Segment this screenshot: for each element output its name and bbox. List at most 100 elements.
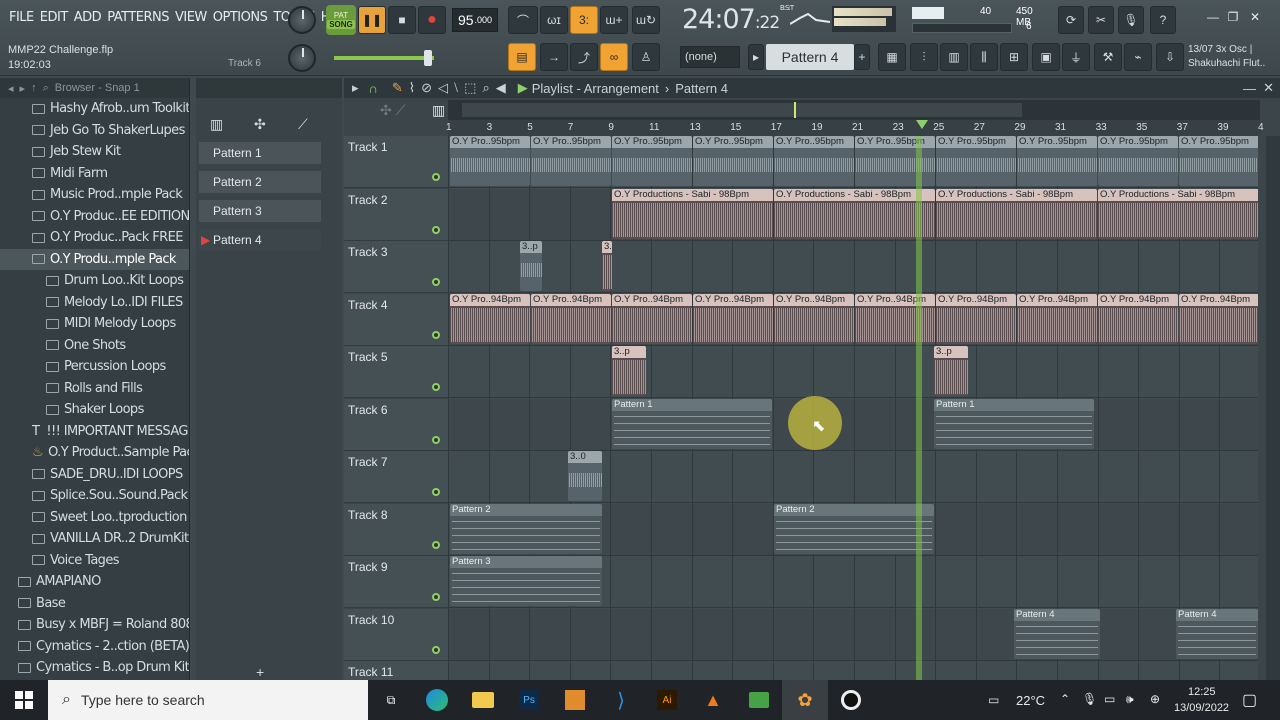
audio-clip[interactable]: O.Y Pro..95bpm: [693, 136, 773, 186]
audio-clip[interactable]: O.Y Pro..95bpm: [855, 136, 935, 186]
browser-item[interactable]: O.Y Produ..mple Pack: [0, 248, 189, 270]
magnet-snap-icon[interactable]: ∩: [369, 81, 378, 96]
vertical-scrollbar[interactable]: [1266, 136, 1280, 680]
paint-icon[interactable]: ⌇: [409, 80, 415, 96]
metronome-icon[interactable]: ⌒: [508, 6, 538, 34]
audio-clip[interactable]: O.Y Pro..94Bpm: [936, 293, 1016, 344]
track-header[interactable]: Track 1: [344, 136, 448, 188]
browser-item[interactable]: Percussion Loops: [0, 356, 189, 378]
tempo-display[interactable]: 95.000: [452, 8, 498, 32]
audio-clip[interactable]: 3..p: [612, 346, 646, 396]
audio-clip[interactable]: O.Y Pro..94Bpm: [450, 293, 530, 344]
pattern-clip[interactable]: Pattern 1: [612, 398, 772, 449]
faders-icon[interactable]: ⫼: [970, 43, 998, 71]
browser-item[interactable]: Sweet Loo..tproduction: [0, 507, 189, 529]
menu-edit[interactable]: EDIT: [37, 10, 71, 25]
battery-icon[interactable]: ▭: [1104, 692, 1115, 706]
microphone-icon[interactable]: 🎙: [1118, 6, 1144, 34]
browser-item[interactable]: Splice.Sou..Sound.Pack: [0, 485, 189, 507]
project-icon[interactable]: ▣: [1032, 43, 1060, 71]
pause-button[interactable]: ❚❚: [358, 6, 386, 34]
audio-clip[interactable]: O.Y Pro..94Bpm: [1098, 293, 1178, 344]
audio-clip[interactable]: O.Y Pro..94Bpm: [612, 293, 692, 344]
playlist-overview[interactable]: [448, 100, 1260, 120]
minimize-icon[interactable]: —: [1204, 10, 1222, 26]
track-mute-led[interactable]: [432, 540, 440, 549]
audio-clip[interactable]: O.Y Productions - Sabi - 98Bpm: [1098, 188, 1258, 239]
browser-item[interactable]: SADE_DRU..IDI LOOPS: [0, 464, 189, 486]
browser-item[interactable]: AMAPIANO: [0, 571, 189, 593]
refresh-icon[interactable]: ⟳: [1058, 6, 1084, 34]
start-button[interactable]: [0, 680, 48, 720]
browser-item[interactable]: Melody Lo..IDI FILES: [0, 292, 189, 314]
audio-clip[interactable]: 3..p: [602, 241, 612, 291]
audio-clip[interactable]: O.Y Productions - Sabi - 98Bpm: [936, 188, 1097, 239]
browser-item[interactable]: Cymatics - B..op Drum Kit: [0, 657, 189, 679]
fl-studio-icon[interactable]: ✿: [782, 680, 828, 720]
vlc-icon[interactable]: ▲: [690, 680, 736, 720]
speaker-icon[interactable]: ◀: [496, 80, 506, 96]
track-mute-led[interactable]: [432, 645, 440, 654]
close-icon[interactable]: ✕: [1246, 10, 1264, 26]
arrow-left-icon[interactable]: ◂: [8, 82, 14, 95]
waveform-icon[interactable]: ✣: [254, 116, 266, 133]
audio-clip[interactable]: O.Y Pro..95bpm: [612, 136, 692, 186]
play-icon[interactable]: ▸: [352, 80, 359, 96]
link-icon[interactable]: ∞: [600, 43, 628, 71]
piano-icon[interactable]: ▥: [432, 102, 445, 119]
arrow-right-icon[interactable]: ▸: [20, 82, 26, 95]
pattern-clip[interactable]: Pattern 1: [934, 398, 1094, 449]
pencil-icon[interactable]: ✎: [392, 80, 403, 96]
channel-rack-icon[interactable]: ▦: [878, 43, 906, 71]
volume-icon[interactable]: 🕪: [1126, 692, 1134, 707]
picker-pattern-1[interactable]: Pattern 1: [199, 142, 321, 164]
menu-add[interactable]: ADD: [71, 10, 104, 25]
cut-icon[interactable]: ✂: [1088, 6, 1114, 34]
audio-clip[interactable]: O.Y Pro..95bpm: [774, 136, 854, 186]
track-mute-led[interactable]: [432, 488, 440, 496]
track-header[interactable]: Track 9: [344, 556, 448, 608]
edge-icon[interactable]: [414, 680, 460, 720]
weather-temp[interactable]: 22°C: [1016, 693, 1045, 708]
wait-input-icon[interactable]: ωɪ: [540, 6, 568, 34]
track-header[interactable]: Track 6: [344, 398, 448, 451]
browser-icon[interactable]: ⊞: [1000, 43, 1028, 71]
audio-clip[interactable]: 3..p: [934, 346, 968, 396]
audio-clip[interactable]: O.Y Pro..94Bpm: [774, 293, 854, 344]
green-app-icon[interactable]: [736, 680, 782, 720]
snap-curve-icon[interactable]: ⤴: [570, 43, 598, 71]
audio-clip[interactable]: 3..p: [520, 241, 542, 291]
picker-pattern-3[interactable]: Pattern 3: [199, 200, 321, 222]
microphone-icon[interactable]: 🎙: [1082, 692, 1097, 706]
menu-options[interactable]: OPTIONS: [210, 10, 271, 25]
audio-clip[interactable]: O.Y Pro..95bpm: [531, 136, 611, 186]
minimize-icon[interactable]: —: [1243, 81, 1256, 96]
track-mute-led[interactable]: [432, 278, 440, 286]
plugin-icon[interactable]: ⏚: [1062, 43, 1090, 71]
track-mute-led[interactable]: [432, 330, 440, 339]
song-mode-toggle[interactable]: PAT SONG: [326, 5, 356, 35]
pattern-clip[interactable]: Pattern 2: [774, 503, 934, 554]
audio-clip[interactable]: O.Y Pro..94Bpm: [1017, 293, 1097, 344]
track-header[interactable]: Track 4: [344, 293, 448, 346]
audio-clip[interactable]: O.Y Productions - Sabi - 98Bpm: [774, 188, 935, 239]
stamp-icon[interactable]: ♙: [632, 43, 660, 71]
channel-selector[interactable]: (none): [680, 46, 740, 68]
audio-clip[interactable]: O.Y Pro..95bpm: [1179, 136, 1258, 186]
loop-record-icon[interactable]: ɯ↻: [632, 6, 660, 34]
browser-item[interactable]: Base: [0, 593, 189, 615]
pattern-clip[interactable]: Pattern 4: [1176, 608, 1258, 659]
vscode-icon[interactable]: ⟩: [598, 680, 644, 720]
master-volume-slider[interactable]: [334, 56, 434, 60]
track-mute-led[interactable]: [432, 383, 440, 391]
track-header[interactable]: Track 3: [344, 241, 448, 293]
notification-icon[interactable]: ▢: [1242, 690, 1257, 710]
arrangement-grid[interactable]: O.Y Pro..95bpm O.Y Pro..95bpm O.Y Pro..95b…: [448, 136, 1258, 680]
zoom-icon[interactable]: ⌕: [482, 80, 489, 96]
pattern-clip[interactable]: Pattern 2: [450, 503, 602, 554]
master-pitch-knob[interactable]: [288, 44, 316, 72]
mixer-icon[interactable]: ⫶: [910, 43, 938, 71]
arrow-right-icon[interactable]: →: [540, 43, 568, 71]
audio-clip[interactable]: O.Y Pro..95bpm: [450, 136, 530, 186]
pattern-clip[interactable]: Pattern 3: [450, 556, 602, 606]
